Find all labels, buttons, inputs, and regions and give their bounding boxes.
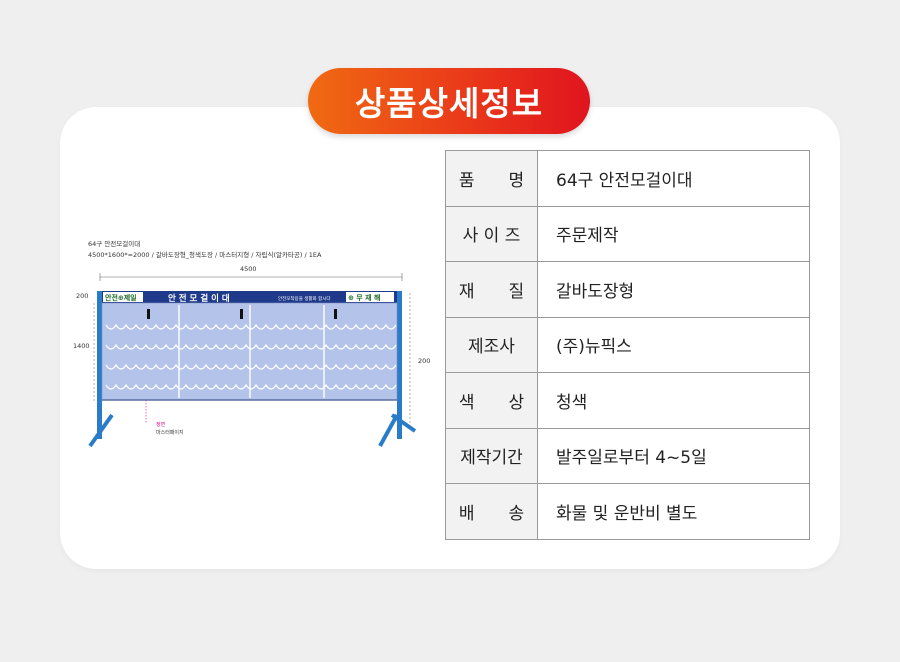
spec-label: 품 명 xyxy=(445,150,538,207)
spec-value: 갈바도장형 xyxy=(537,261,810,318)
spec-row-shipping: 배 송 화물 및 운반비 별도 xyxy=(445,483,810,540)
spec-row-material: 재 질 갈바도장형 xyxy=(445,261,810,318)
callout-master-page: 마스터패이지 xyxy=(156,429,184,436)
spec-label: 색 상 xyxy=(445,372,538,429)
dim-left-label: 1400 xyxy=(73,342,90,350)
spec-label: 배 송 xyxy=(445,483,538,540)
spec-label: 사 이 즈 xyxy=(445,205,538,262)
dim-right-label: 2000 xyxy=(418,357,430,365)
spec-value: (주)뉴픽스 xyxy=(537,316,810,373)
spec-label: 재 질 xyxy=(445,261,538,318)
product-caption-name: 64구 안전모걸이대 xyxy=(88,239,140,248)
spec-value: 64구 안전모걸이대 xyxy=(537,150,810,207)
spec-label: 제작기간 xyxy=(445,427,538,484)
spec-row-name: 품 명 64구 안전모걸이대 xyxy=(445,150,810,207)
spec-row-manufacturer: 제조사 (주)뉴픽스 xyxy=(445,316,810,373)
product-caption-spec: 4500*1600*=2000 / 갈바도장형_청색도장 / 마스터지형 / 자… xyxy=(88,250,322,259)
spec-row-size: 사 이 즈 주문제작 xyxy=(445,205,810,262)
spec-value: 발주일로부터 4~5일 xyxy=(537,427,810,484)
board-safety-first: 안전⊕제일 xyxy=(105,293,137,302)
spec-row-lead-time: 제작기간 발주일로부터 4~5일 xyxy=(445,427,810,484)
board-no-accident: ⊕ 무 재 해 xyxy=(348,293,381,302)
dim-top-label: 200 xyxy=(76,292,88,300)
spec-value: 화물 및 운반비 별도 xyxy=(537,483,810,540)
board-title: 안 전 모 걸 이 대 xyxy=(168,293,230,304)
spec-value: 주문제작 xyxy=(537,205,810,262)
spec-value: 청색 xyxy=(537,372,810,429)
dim-width-label: 4500 xyxy=(240,265,257,273)
product-illustration: 64구 안전모걸이대 4500*1600*=2000 / 갈바도장형_청색도장 … xyxy=(73,239,430,448)
board-slogan: 안전모착용을 생활화 합시다 xyxy=(278,295,331,302)
page-title: 상품상세정보 xyxy=(308,68,590,134)
callout-front: 정면 xyxy=(156,421,166,428)
spec-table: 품 명 64구 안전모걸이대 사 이 즈 주문제작 재 질 갈바도장형 제조사 … xyxy=(445,150,810,540)
spec-row-color: 색 상 청색 xyxy=(445,372,810,429)
spec-label: 제조사 xyxy=(445,316,538,373)
